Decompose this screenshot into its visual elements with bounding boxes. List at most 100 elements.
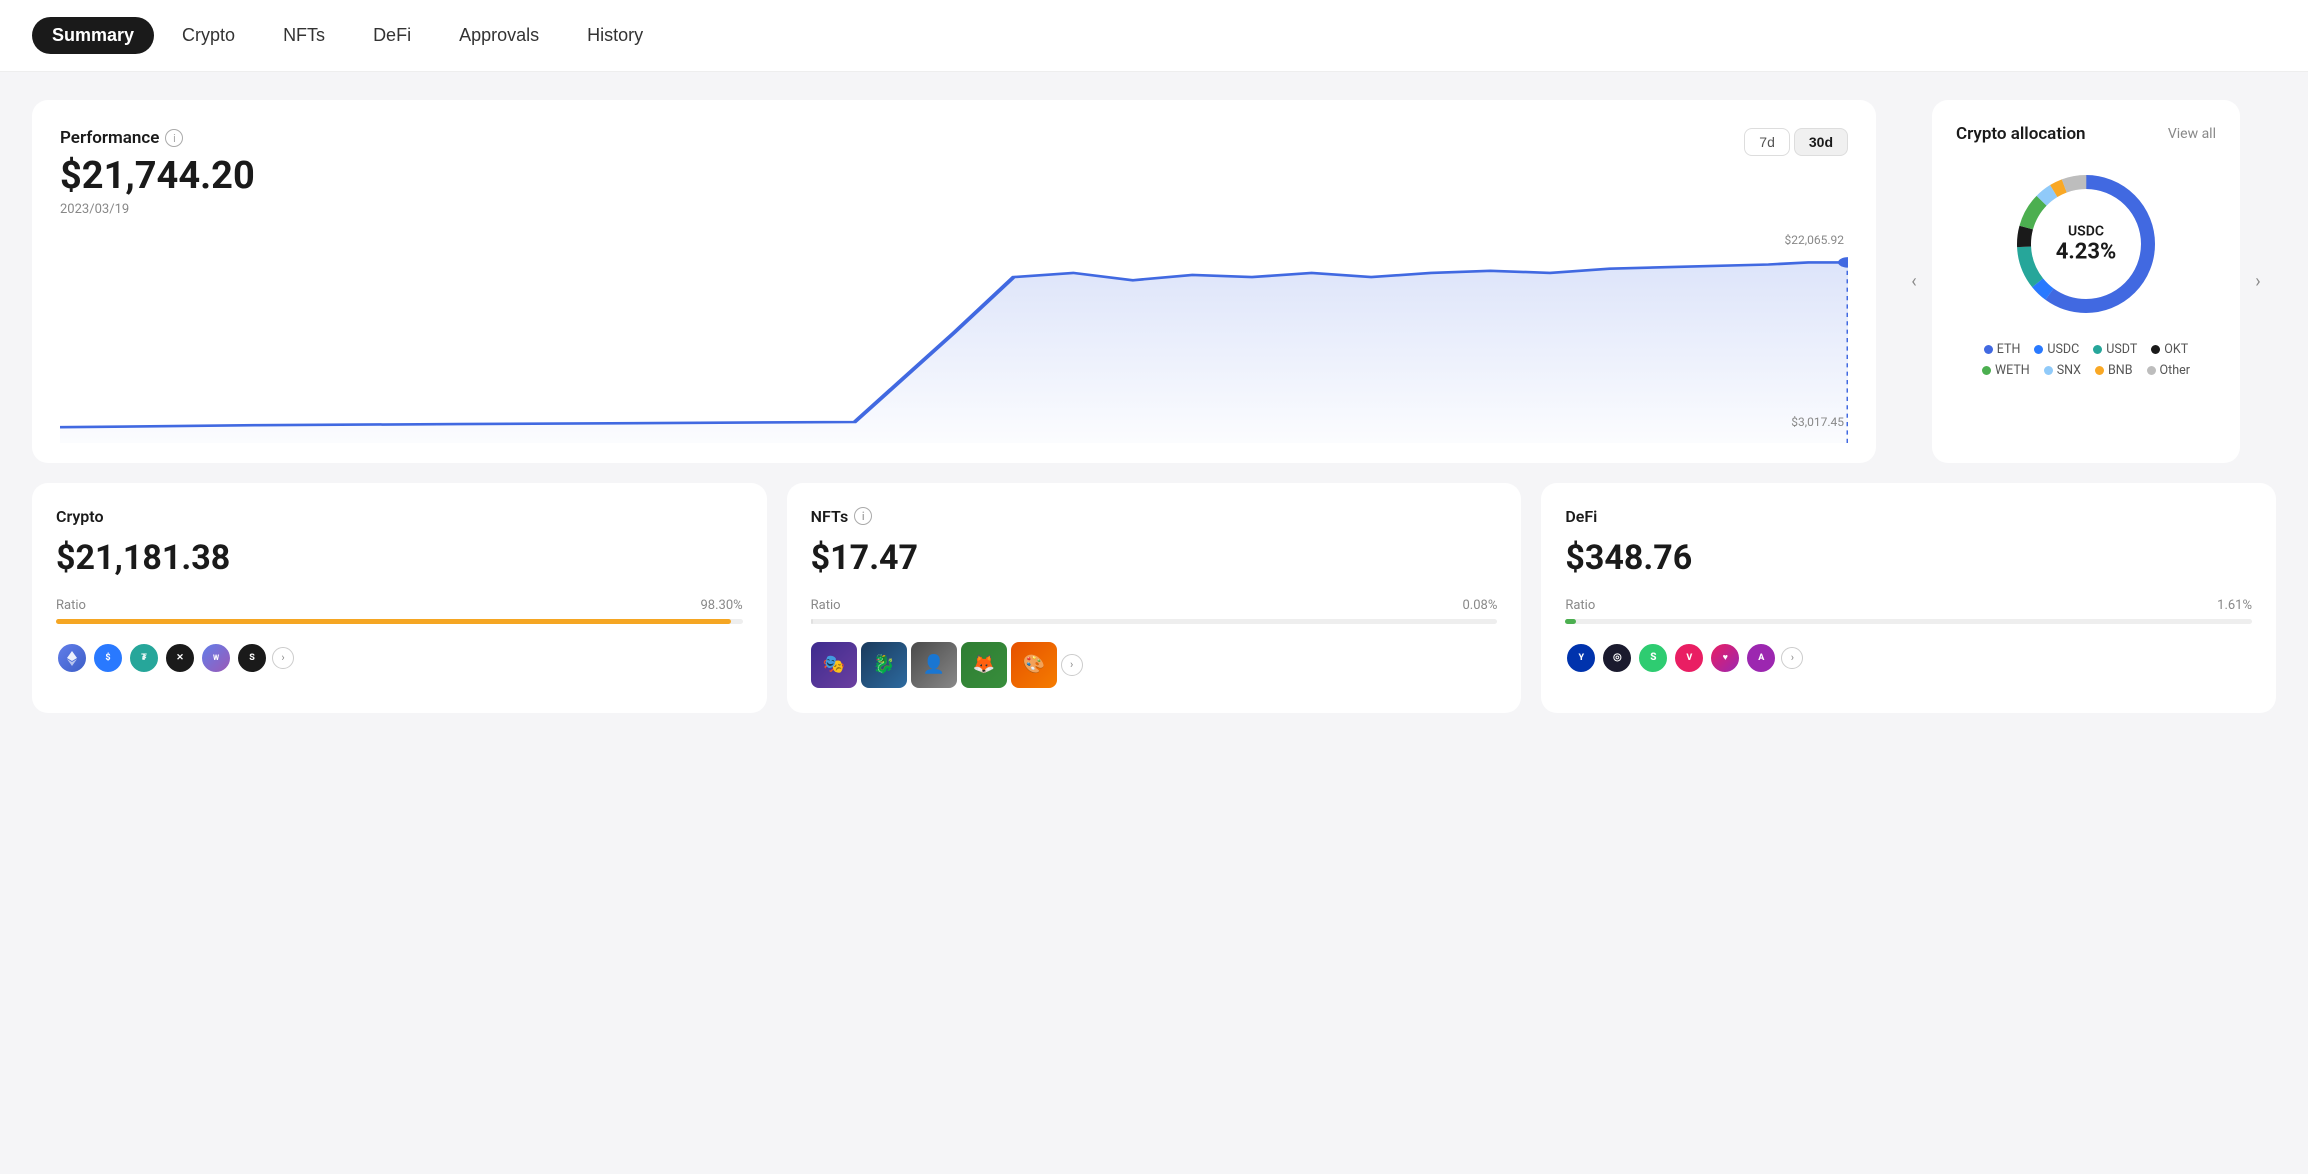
performance-chart: $22,065.92 (60, 233, 1848, 443)
defi-token-3: S (1637, 642, 1669, 674)
legend-label-usdt: USDT (2106, 342, 2137, 357)
defi-ratio-row: Ratio 1.61% (1565, 598, 2252, 613)
chart-min-label: $3,017.45 (1791, 415, 1844, 429)
legend-label-other: Other (2160, 363, 2190, 378)
token-snx: S (236, 642, 268, 674)
defi-token-4: V (1673, 642, 1705, 674)
nfts-info-icon[interactable]: i (854, 507, 872, 525)
legend-eth: ETH (1984, 342, 2021, 357)
legend-usdc: USDC (2034, 342, 2079, 357)
legend-dot-usdt (2093, 345, 2102, 354)
chart-svg (60, 233, 1848, 443)
nft-thumb-1: 🎭 (811, 642, 857, 688)
allocation-prev-arrow[interactable]: ‹ (1896, 100, 1932, 463)
token-eth (56, 642, 88, 674)
defi-value: $348.76 (1565, 538, 2252, 578)
performance-value: $21,744.20 (60, 156, 1848, 198)
defi-progress-bg (1565, 619, 2252, 624)
crypto-ratio-pct: 98.30% (700, 598, 742, 613)
nft-thumb-2: 🐉 (861, 642, 907, 688)
legend-bnb: BNB (2095, 363, 2133, 378)
nfts-more-chevron[interactable]: › (1061, 654, 1083, 676)
nav-approvals[interactable]: Approvals (439, 17, 559, 54)
legend-other: Other (2147, 363, 2190, 378)
crypto-ratio-label: Ratio (56, 598, 86, 613)
defi-ratio-pct: 1.61% (2217, 598, 2252, 613)
crypto-title-text: Crypto (56, 507, 104, 526)
nfts-ratio-row: Ratio 0.08% (811, 598, 1498, 613)
legend-label-weth: WETH (1995, 363, 2030, 378)
performance-card: Performance i $21,744.20 2023/03/19 7d 3… (32, 100, 1876, 463)
allocation-header: Crypto allocation View all (1956, 124, 2216, 144)
legend-dot-weth (1982, 366, 1991, 375)
performance-header: Performance i (60, 128, 1848, 148)
nft-thumb-4: 🦊 (961, 642, 1007, 688)
legend-label-eth: ETH (1997, 342, 2021, 357)
nav-defi[interactable]: DeFi (353, 17, 431, 54)
legend-label-okt: OKT (2164, 342, 2188, 357)
legend-weth: WETH (1982, 363, 2030, 378)
token-more-chevron[interactable]: › (272, 647, 294, 669)
crypto-card: Crypto $21,181.38 Ratio 98.30% $ (32, 483, 767, 713)
nfts-progress-bg (811, 619, 1498, 624)
nfts-title-text: NFTs (811, 507, 849, 526)
defi-title-text: DeFi (1565, 507, 1597, 526)
legend-dot-other (2147, 366, 2156, 375)
token-okt: ✕ (164, 642, 196, 674)
legend-snx: SNX (2044, 363, 2081, 378)
crypto-card-title: Crypto (56, 507, 743, 526)
nfts-card-title: NFTs i (811, 507, 1498, 526)
nfts-ratio-label: Ratio (811, 598, 841, 613)
legend-dot-okt (2151, 345, 2160, 354)
crypto-progress-bg (56, 619, 743, 624)
legend-usdt: USDT (2093, 342, 2137, 357)
allocation-wrapper: ‹ Crypto allocation View all (1896, 100, 2276, 463)
legend-okt: OKT (2151, 342, 2188, 357)
nav-crypto[interactable]: Crypto (162, 17, 255, 54)
defi-ratio-label: Ratio (1565, 598, 1595, 613)
allocation-card: Crypto allocation View all (1932, 100, 2240, 463)
crypto-progress-fill (56, 619, 731, 624)
performance-info-icon[interactable]: i (165, 129, 183, 147)
donut-label: USDC (2056, 224, 2117, 240)
nav-history[interactable]: History (567, 17, 663, 54)
nfts-value: $17.47 (811, 538, 1498, 578)
donut-pct: 4.23% (2056, 240, 2117, 265)
crypto-token-icons: $ ₮ ✕ W S › (56, 642, 743, 674)
defi-token-6: A (1745, 642, 1777, 674)
allocation-title: Crypto allocation (1956, 124, 2086, 144)
donut-chart: USDC 4.23% (2006, 164, 2166, 324)
top-row: Performance i $21,744.20 2023/03/19 7d 3… (32, 100, 2276, 463)
nfts-progress-fill (811, 619, 813, 624)
chart-max-label: $22,065.92 (1785, 233, 1844, 247)
token-usdt: ₮ (128, 642, 160, 674)
bottom-row: Crypto $21,181.38 Ratio 98.30% $ (32, 483, 2276, 713)
defi-token-1: Y (1565, 642, 1597, 674)
legend-dot-bnb (2095, 366, 2104, 375)
time-btn-30d[interactable]: 30d (1794, 128, 1848, 156)
defi-card: DeFi $348.76 Ratio 1.61% Y ◎ S (1541, 483, 2276, 713)
nav-summary[interactable]: Summary (32, 17, 154, 54)
allocation-legend: ETH USDC USDT OKT (1956, 342, 2216, 378)
defi-more-chevron[interactable]: › (1781, 647, 1803, 669)
defi-card-title: DeFi (1565, 507, 2252, 526)
defi-progress-fill (1565, 619, 1576, 624)
legend-label-bnb: BNB (2108, 363, 2133, 378)
donut-center: USDC 4.23% (2056, 224, 2117, 265)
defi-token-icons: Y ◎ S V ♥ A › (1565, 642, 2252, 674)
main-content: Performance i $21,744.20 2023/03/19 7d 3… (0, 72, 2308, 741)
allocation-next-arrow[interactable]: › (2240, 100, 2276, 463)
nft-thumb-5: 🎨 (1011, 642, 1057, 688)
nav-nfts[interactable]: NFTs (263, 17, 345, 54)
nft-thumbnails: 🎭 🐉 👤 🦊 🎨 › (811, 642, 1498, 688)
token-weth: W (200, 642, 232, 674)
legend-label-usdc: USDC (2047, 342, 2079, 357)
time-buttons: 7d 30d (1744, 128, 1848, 156)
defi-token-5: ♥ (1709, 642, 1741, 674)
crypto-value: $21,181.38 (56, 538, 743, 578)
legend-dot-usdc (2034, 345, 2043, 354)
legend-dot-eth (1984, 345, 1993, 354)
nfts-card: NFTs i $17.47 Ratio 0.08% 🎭 🐉 👤 (787, 483, 1522, 713)
time-btn-7d[interactable]: 7d (1744, 128, 1790, 156)
view-all-button[interactable]: View all (2168, 126, 2216, 142)
